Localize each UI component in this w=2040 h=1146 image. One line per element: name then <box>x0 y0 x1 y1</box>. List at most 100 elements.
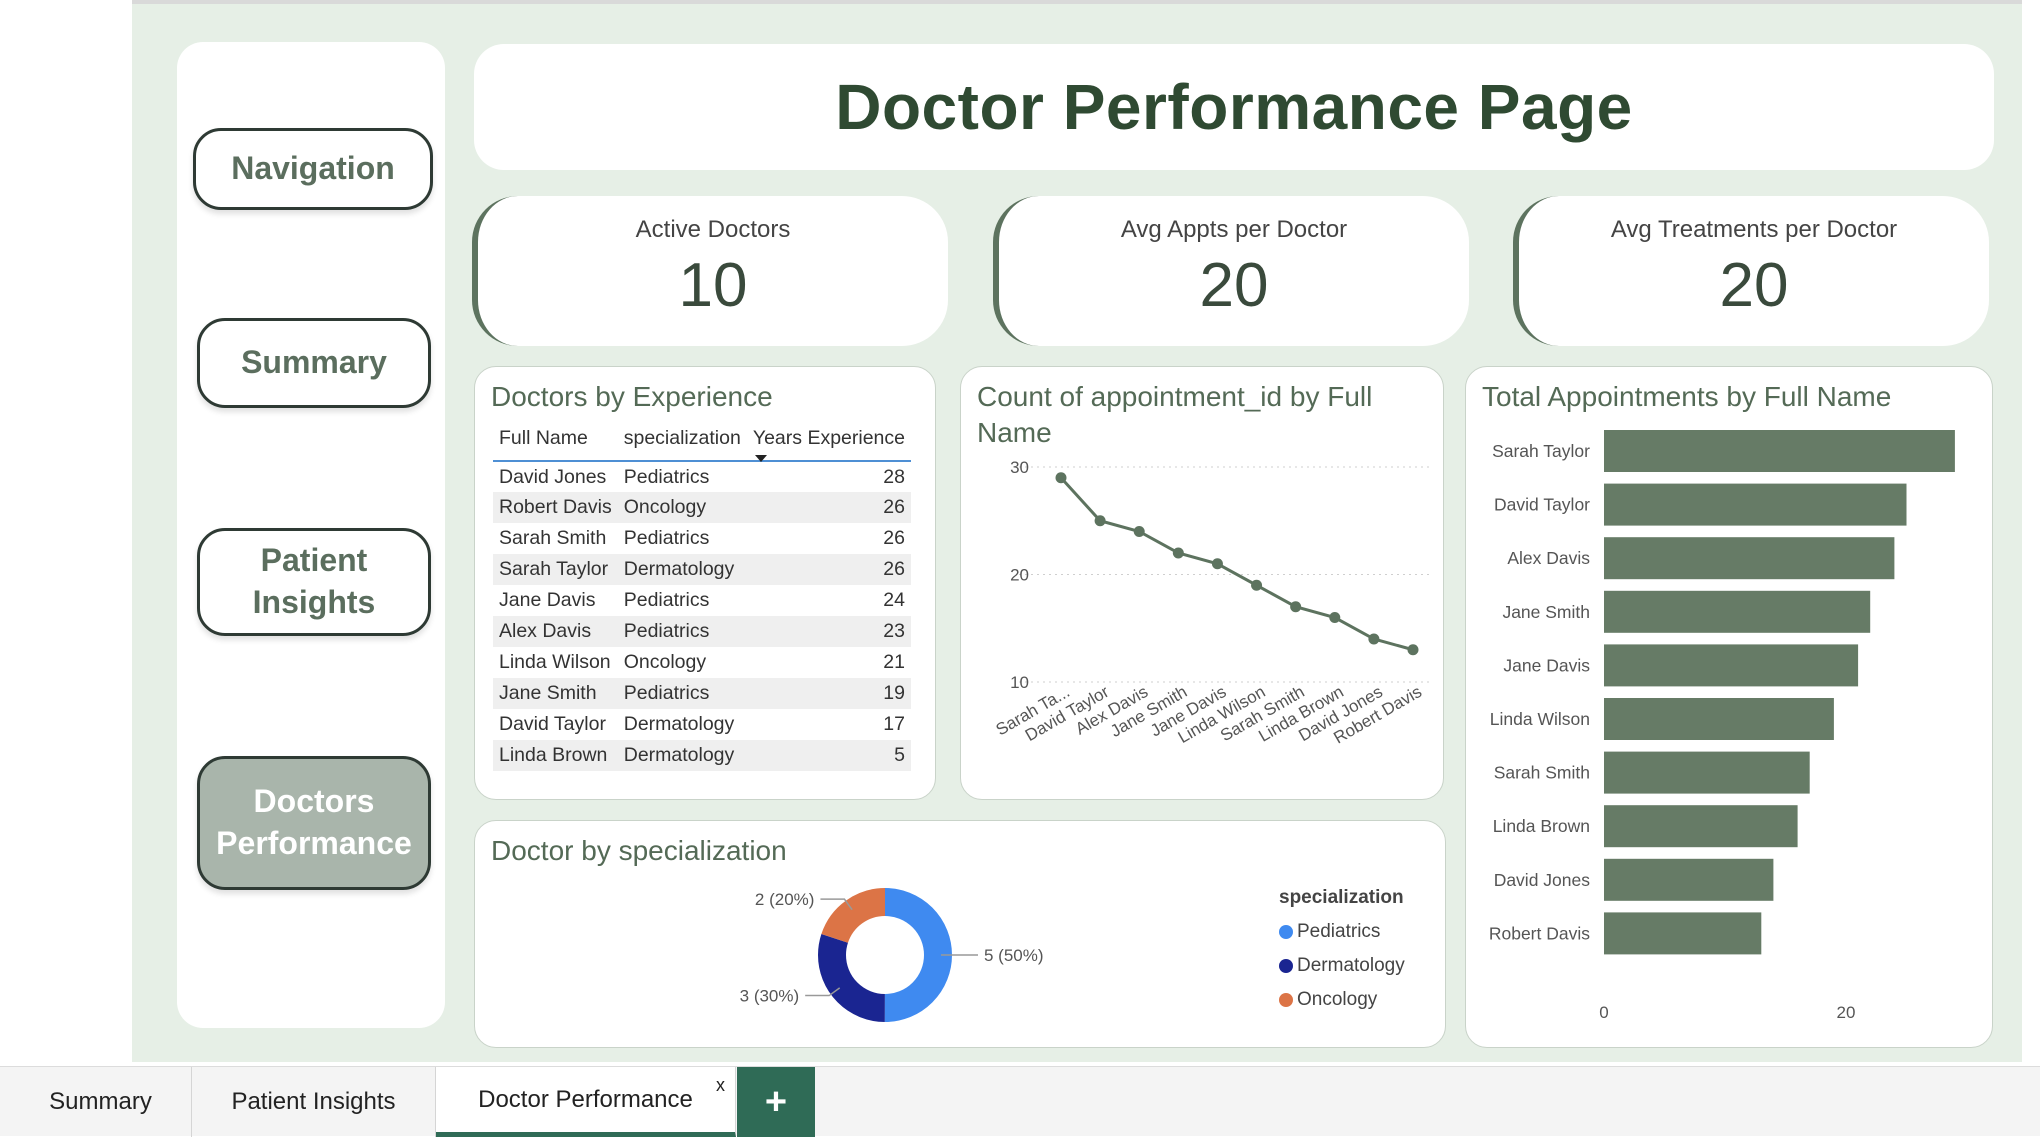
tab-summary[interactable]: Summary <box>10 1067 192 1137</box>
cell-years-experience: 24 <box>883 589 905 611</box>
x-tick-label: 20 <box>1837 1003 1856 1022</box>
cell-specialization: Pediatrics <box>617 678 747 709</box>
legend-items: Pediatrics Dermatology Oncology <box>1279 921 1405 1011</box>
add-page-button[interactable]: + <box>737 1067 815 1137</box>
table-row[interactable]: Sarah Taylor Dermatology 26 <box>493 554 911 585</box>
data-point[interactable] <box>1055 472 1067 484</box>
nav-button-navigation[interactable]: Navigation <box>193 128 433 210</box>
column-header-full-name[interactable]: Full Name <box>493 417 618 462</box>
bar[interactable] <box>1604 537 1895 580</box>
page-tab-bar: Summary Patient Insights Doctor Performa… <box>0 1066 2040 1137</box>
data-point[interactable] <box>1094 515 1106 527</box>
cell-specialization: Pediatrics <box>623 527 710 549</box>
y-category-label: David Taylor <box>1494 495 1590 515</box>
data-point[interactable] <box>1290 601 1302 613</box>
nav-button-summary[interactable]: Summary <box>197 318 431 408</box>
cell-full-name: David Taylor <box>499 713 606 735</box>
bar[interactable] <box>1604 483 1907 526</box>
nav-button-doctors-performance[interactable]: Doctors Performance <box>197 756 431 890</box>
cell-specialization: Pediatrics <box>617 616 747 647</box>
column-header-specialization[interactable]: specialization <box>617 417 747 462</box>
cell-full-name: Linda Wilson <box>499 651 611 673</box>
nav-button-patient-insights[interactable]: Patient Insights <box>197 528 431 636</box>
bar[interactable] <box>1604 590 1871 633</box>
x-tick-label: 0 <box>1599 1003 1608 1022</box>
appointments-line-chart-card: Count of appointment_id by Full Name 10 2… <box>960 366 1444 800</box>
data-label: 3 (30%) <box>740 987 800 1006</box>
table-row[interactable]: Robert Davis Oncology 26 <box>493 492 911 523</box>
legend-dot-icon <box>1279 925 1293 939</box>
total-appointments-bar-chart-card: Total Appointments by Full Name Sarah Ta… <box>1465 366 1993 1048</box>
cell-years-experience: 26 <box>746 492 911 523</box>
data-point[interactable] <box>1368 633 1380 645</box>
y-category-label: Sarah Smith <box>1494 763 1590 783</box>
legend-item[interactable]: Dermatology <box>1279 955 1405 977</box>
line-chart: 102030Sarah Ta...David TaylorAlex DavisJ… <box>993 458 1429 748</box>
tab-patient-insights[interactable]: Patient Insights <box>192 1067 436 1137</box>
table-row[interactable]: David Jones Pediatrics 28 <box>493 461 911 492</box>
table-row[interactable]: David Taylor Dermatology 17 <box>493 709 911 740</box>
cell-years-experience: 28 <box>883 465 905 488</box>
legend-dot-icon <box>1279 959 1293 973</box>
y-tick-label: 30 <box>1010 458 1029 477</box>
tab-label: Doctor Performance <box>478 1085 693 1113</box>
data-point[interactable] <box>1172 547 1184 559</box>
column-header-years-experience[interactable]: Years Experience <box>746 417 911 462</box>
bar[interactable] <box>1604 430 1955 472</box>
data-point[interactable] <box>1407 644 1419 656</box>
table-title: Doctors by Experience <box>491 381 773 412</box>
doctor-by-specialization-card: Doctor by specialization 5 (50%) 3 (30%) 2… <box>474 820 1446 1048</box>
y-category-label: Jane Davis <box>1503 655 1590 675</box>
kpi-value: 20 <box>1199 251 1269 320</box>
cell-years-experience: 19 <box>746 678 911 709</box>
tab-doctor-performance[interactable]: Doctor Performance x <box>436 1067 736 1137</box>
cell-years-experience: 21 <box>883 651 905 673</box>
table-row[interactable]: Linda Brown Dermatology 5 <box>493 740 911 771</box>
kpi-active-doctors: Active Doctors 10 <box>472 196 948 346</box>
table-body: David Jones Pediatrics 28 Robert Davis Oncol… <box>493 461 911 771</box>
bar[interactable] <box>1604 912 1762 955</box>
y-tick-label: 20 <box>1010 566 1029 585</box>
bar[interactable] <box>1604 751 1810 794</box>
bar[interactable] <box>1604 644 1859 687</box>
y-category-label: Linda Brown <box>1493 816 1590 836</box>
sort-descending-icon <box>754 455 767 462</box>
cell-full-name: Linda Brown <box>493 740 618 771</box>
kpi-label: Avg Treatments per Doctor <box>1610 216 1898 243</box>
table-row[interactable]: Jane Davis Pediatrics 24 <box>493 585 911 616</box>
donut-legend: specialization Pediatrics Dermatology Onco… <box>1279 887 1405 1011</box>
table-row[interactable]: Sarah Smith Pediatrics 26 <box>493 523 911 554</box>
table-row[interactable]: Jane Smith Pediatrics 19 <box>493 678 911 709</box>
kpi-value: 10 <box>678 251 748 320</box>
bar[interactable] <box>1604 858 1774 901</box>
legend-label: Dermatology <box>1297 955 1405 976</box>
data-point[interactable] <box>1329 612 1341 623</box>
table-row[interactable]: Alex Davis Pediatrics 23 <box>493 616 911 647</box>
cell-years-experience: 26 <box>883 527 905 549</box>
data-point[interactable] <box>1211 558 1223 570</box>
column-header-label: Years Experience <box>752 427 905 449</box>
kpi-value: 20 <box>1719 251 1789 320</box>
bar[interactable] <box>1604 698 1834 740</box>
cell-years-experience: 5 <box>746 740 911 771</box>
cell-specialization: Oncology <box>617 492 747 523</box>
kpi-avg-treatments: Avg Treatments per Doctor 20 <box>1513 196 1989 346</box>
close-tab-icon[interactable]: x <box>716 1075 725 1096</box>
kpi-label: Active Doctors <box>635 216 791 243</box>
doctors-by-experience-card: Doctors by Experience Full Name speciali… <box>474 366 936 800</box>
table-row[interactable]: Linda Wilson Oncology 21 <box>493 647 911 678</box>
kpi-avg-appts: Avg Appts per Doctor 20 <box>993 196 1469 346</box>
bar[interactable] <box>1604 805 1798 848</box>
data-point[interactable] <box>1133 526 1145 537</box>
cell-specialization: Dermatology <box>617 554 747 585</box>
y-category-label: Alex Davis <box>1507 548 1590 568</box>
legend-item[interactable]: Pediatrics <box>1279 921 1405 943</box>
y-category-label: Linda Wilson <box>1490 709 1590 729</box>
cell-specialization: Dermatology <box>623 713 735 735</box>
cell-full-name: Sarah Smith <box>499 527 607 549</box>
cell-full-name: Robert Davis <box>493 492 618 523</box>
data-point[interactable] <box>1251 579 1263 591</box>
cell-years-experience: 26 <box>746 554 911 585</box>
legend-item[interactable]: Oncology <box>1279 989 1405 1011</box>
cell-specialization: Pediatrics <box>623 589 710 611</box>
